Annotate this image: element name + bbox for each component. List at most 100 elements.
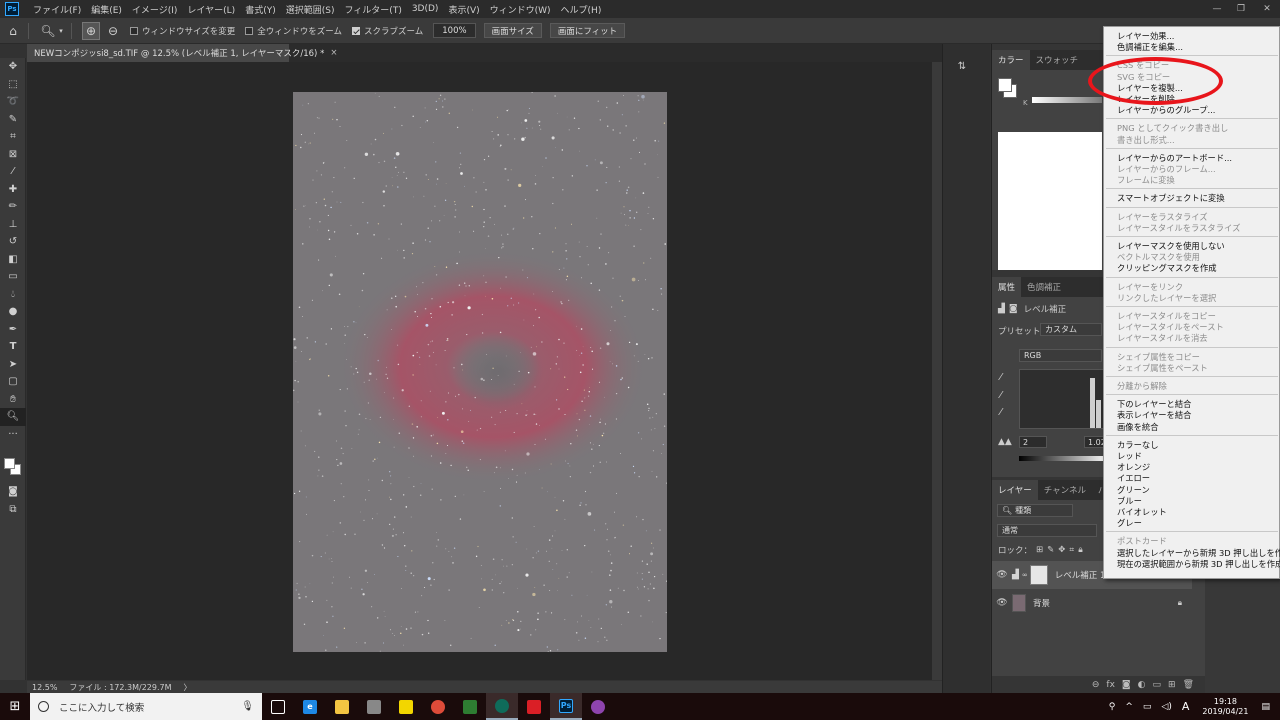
black-point-eyedropper-icon[interactable]: ⁄ [1000, 372, 1002, 383]
layer-thumbnail[interactable] [1012, 594, 1026, 612]
history-panel-icon[interactable]: ⇅ [953, 58, 971, 74]
stamp-tool-icon[interactable]: ⊥ [0, 216, 26, 234]
crop-tool-icon[interactable]: ⌗ [0, 128, 26, 146]
link-icon[interactable]: ∞ [1022, 571, 1028, 579]
brush-tool-icon[interactable]: ✏ [0, 198, 26, 216]
tab-properties[interactable]: 属性 [992, 277, 1022, 297]
tab-channels[interactable]: チャンネル [1038, 480, 1092, 500]
vertical-scrollbar[interactable] [932, 62, 942, 680]
gray-point-eyedropper-icon[interactable]: ⁄ [1000, 390, 1002, 401]
link-layers-icon[interactable]: ⊖ [1092, 680, 1100, 690]
tab-layers[interactable]: レイヤー [992, 480, 1038, 500]
taskbar-app-chrome[interactable] [422, 693, 454, 720]
fill-screen-button[interactable]: 画面にフィット [549, 23, 626, 38]
dodge-tool-icon[interactable]: ● [0, 303, 26, 321]
zoom-out-icon[interactable]: ⊖ [104, 22, 122, 40]
context-menu-item[interactable]: レイヤーからのグループ... [1117, 105, 1215, 116]
taskbar-app-taskview[interactable] [262, 693, 294, 720]
context-menu-item[interactable]: 表示レイヤーを結合 [1117, 410, 1191, 421]
taskbar-clock[interactable]: 19:18 2019/04/21 [1202, 697, 1248, 717]
taskbar-app-3[interactable] [454, 693, 486, 720]
context-menu-item[interactable]: グリーン [1117, 485, 1150, 496]
layer-row-background[interactable]: 👁︎ 背景 🔒︎ [992, 589, 1192, 617]
zoom-in-icon[interactable]: ⊕ [82, 21, 100, 40]
menu-edit[interactable]: 編集(E) [86, 3, 127, 16]
tab-color[interactable]: カラー [992, 50, 1030, 70]
restore-button[interactable]: ❐ [1230, 0, 1252, 18]
eye-icon[interactable]: 👁︎ [992, 570, 1012, 580]
eye-icon[interactable]: 👁︎ [992, 598, 1012, 608]
color-foreground-swatch[interactable] [998, 78, 1012, 92]
healing-brush-tool-icon[interactable]: ✚ [0, 181, 26, 199]
path-select-tool-icon[interactable]: ➤ [0, 356, 26, 374]
context-menu-item[interactable]: 現在の選択範囲から新規 3D 押し出しを作成 [1117, 559, 1280, 570]
layer-mask-thumbnail[interactable] [1029, 565, 1048, 585]
minimize-button[interactable]: — [1206, 0, 1228, 18]
canvas-area[interactable] [27, 62, 932, 680]
taskbar-search[interactable]: ここに入力して検索 🎙︎ [30, 693, 262, 720]
lock-transparent-icon[interactable]: ⊞ [1036, 545, 1043, 555]
chevron-up-icon[interactable]: ^ [1125, 702, 1133, 712]
eraser-tool-icon[interactable]: ◧ [0, 251, 26, 269]
preset-select[interactable]: カスタム [1040, 323, 1102, 336]
gradient-tool-icon[interactable]: ▭ [0, 268, 26, 286]
eyedropper-tool-icon[interactable]: ⁄ [0, 163, 26, 181]
context-menu-item[interactable]: 選択したレイヤーから新規 3D 押し出しを作成 [1117, 548, 1280, 559]
context-menu-item[interactable]: バイオレット [1117, 507, 1167, 518]
zoom-100-button[interactable]: 100% [433, 23, 476, 38]
foreground-color-swatch[interactable] [4, 458, 15, 469]
volume-icon[interactable]: ◁) [1161, 702, 1171, 712]
screen-mode-icon[interactable]: ⧉ [0, 501, 26, 519]
home-icon[interactable]: ⌂ [4, 22, 22, 40]
more-tools-icon[interactable]: ··· [0, 426, 26, 444]
taskbar-app-edge[interactable]: e [294, 693, 326, 720]
hand-tool-icon[interactable]: ✋︎ [0, 391, 26, 409]
taskbar-app-creative-cloud[interactable] [518, 693, 550, 720]
context-menu-item[interactable]: レイヤー効果... [1117, 31, 1174, 42]
lock-all-icon[interactable]: 🔒︎ [1078, 545, 1083, 555]
move-tool-icon[interactable]: ✥ [0, 58, 26, 76]
rectangle-tool-icon[interactable]: ▢ [0, 373, 26, 391]
context-menu-item[interactable]: クリッピングマスクを作成 [1117, 263, 1217, 274]
context-menu-item[interactable]: レイヤーマスクを使用しない [1117, 241, 1225, 252]
context-menu-item[interactable]: 色調補正を編集... [1117, 42, 1183, 53]
quick-select-tool-icon[interactable]: ✎ [0, 111, 26, 129]
taskbar-app-photoshop[interactable]: Ps [550, 693, 582, 720]
taskbar-app-5[interactable] [582, 693, 614, 720]
zoom-tool-icon[interactable]: 🔍︎ [0, 408, 26, 426]
resize-windows-checkbox[interactable]: ウィンドウサイズを変更 [130, 25, 235, 37]
network-icon[interactable]: ▭ [1143, 702, 1152, 712]
context-menu-item[interactable]: レイヤーを削除 [1117, 94, 1175, 105]
menu-view[interactable]: 表示(V) [443, 3, 484, 16]
menu-filter[interactable]: フィルター(T) [339, 3, 406, 16]
menu-layer[interactable]: レイヤー(L) [182, 3, 240, 16]
scrubby-zoom-checkbox[interactable]: スクラブズーム [352, 25, 423, 37]
pen-tool-icon[interactable]: ✒ [0, 321, 26, 339]
context-menu-item[interactable]: レッド [1117, 451, 1142, 462]
context-menu-item[interactable]: イエロー [1117, 473, 1150, 484]
context-menu-item[interactable]: 画像を統合 [1117, 422, 1159, 433]
lock-paint-icon[interactable]: ✎ [1047, 545, 1054, 555]
tab-adjustments[interactable]: 色調補正 [1021, 277, 1067, 297]
fit-screen-button[interactable]: 画面サイズ [483, 23, 542, 38]
zoom-all-windows-checkbox[interactable]: 全ウィンドウをズーム [245, 25, 342, 37]
color-ramp[interactable] [998, 132, 1102, 270]
chevron-down-icon[interactable]: ▾ [57, 22, 65, 40]
blur-tool-icon[interactable]: 💧︎ [0, 286, 26, 304]
zoom-tool-icon[interactable]: 🔍︎ [39, 22, 57, 40]
context-menu-item[interactable]: 下のレイヤーと結合 [1117, 399, 1191, 410]
quick-mask-icon[interactable]: ◙ [0, 483, 26, 501]
tab-swatches[interactable]: スウォッチ [1030, 50, 1085, 70]
context-menu-item[interactable]: レイヤーを複製... [1117, 83, 1183, 94]
new-group-icon[interactable]: ▭ [1153, 680, 1162, 690]
taskbar-app-notes[interactable] [390, 693, 422, 720]
output-levels-bar[interactable] [1019, 456, 1109, 461]
ime-indicator[interactable]: A [1182, 700, 1190, 713]
add-mask-icon[interactable]: ◙ [1122, 680, 1131, 690]
type-tool-icon[interactable]: T [0, 338, 26, 356]
adjustment-layer-icon[interactable]: ◐ [1138, 680, 1146, 690]
white-point-eyedropper-icon[interactable]: ⁄ [1000, 407, 1002, 418]
layer-style-icon[interactable]: fx [1106, 680, 1115, 690]
trash-icon[interactable]: 🗑︎ [1183, 680, 1194, 690]
lock-artboard-icon[interactable]: ⌗ [1069, 545, 1074, 555]
